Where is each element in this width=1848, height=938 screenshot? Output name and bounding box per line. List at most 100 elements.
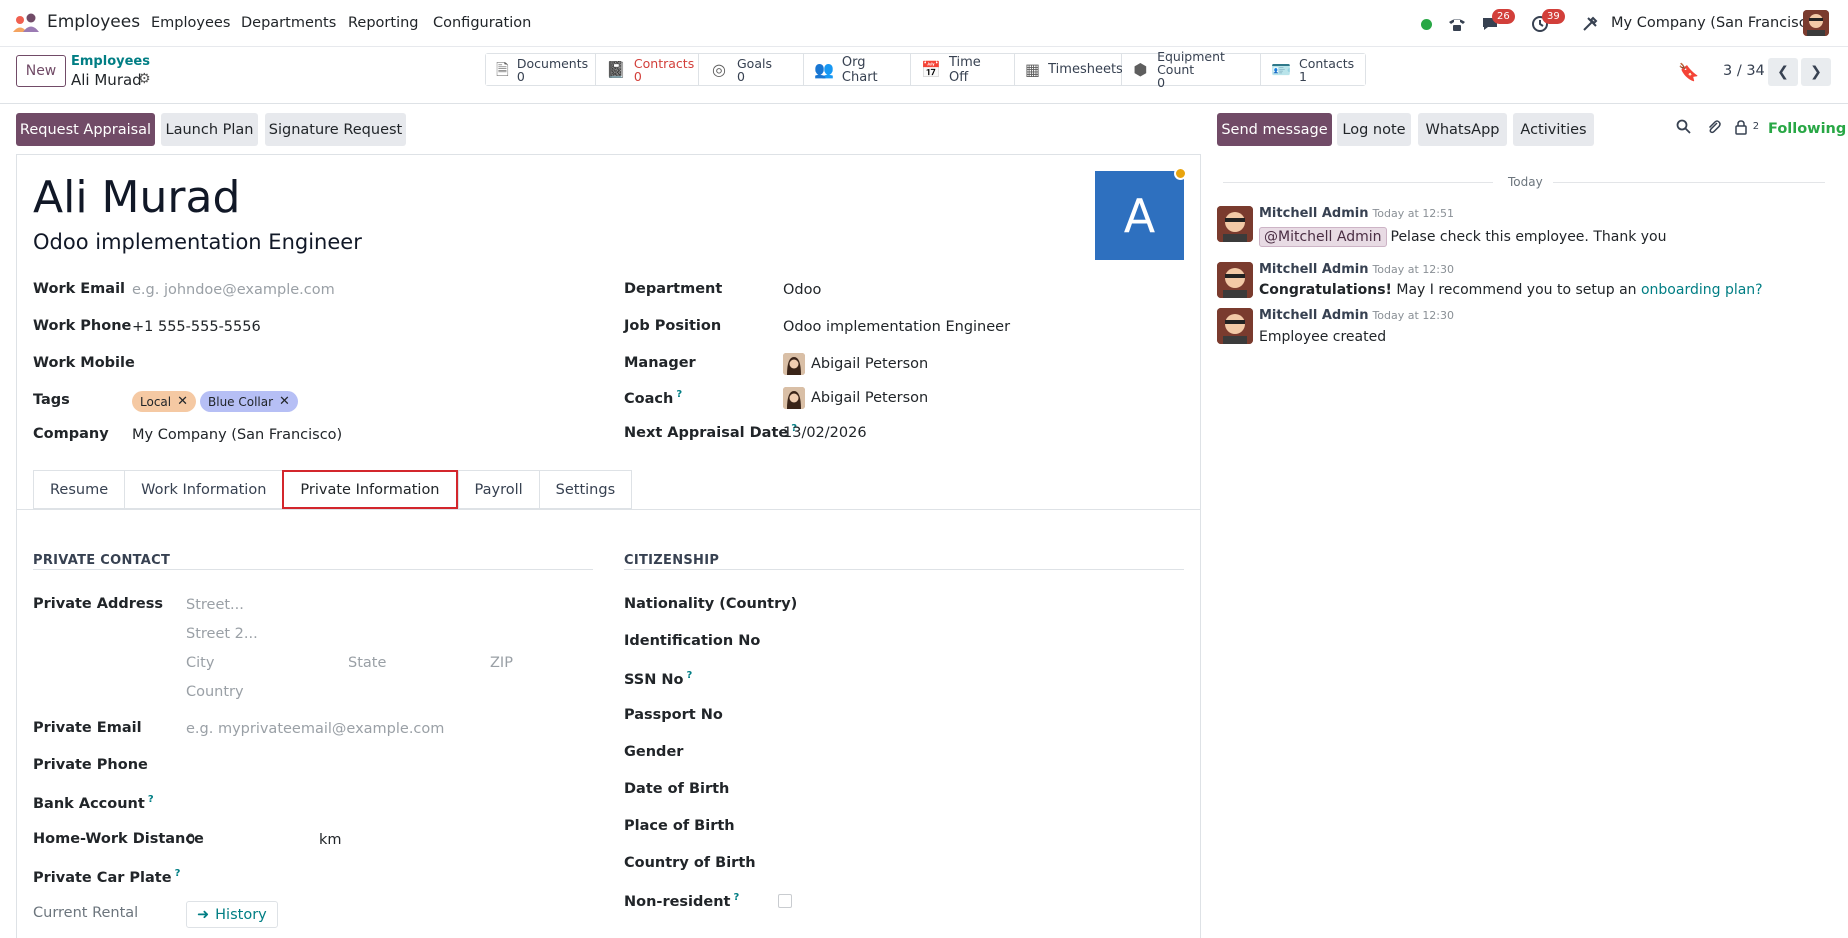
employee-job-title[interactable]: Odoo implementation Engineer xyxy=(33,230,362,254)
smart-button-equipment[interactable]: ⬢ Equipment Count 0 xyxy=(1122,50,1261,89)
top-navbar: Employees Employees Departments Reportin… xyxy=(0,0,1848,47)
job-position-field[interactable]: Odoo implementation Engineer xyxy=(783,319,1010,335)
tab-resume[interactable]: Resume xyxy=(33,470,125,509)
log-note-button[interactable]: Log note xyxy=(1337,113,1411,146)
tag-label: Blue Collar xyxy=(208,394,274,409)
message-body: @Mitchell Admin Pelase check this employe… xyxy=(1259,227,1666,247)
bank-account-label-text: Bank Account xyxy=(33,795,145,812)
activities-button[interactable]: Activities xyxy=(1513,113,1594,146)
app-name[interactable]: Employees xyxy=(47,12,140,32)
message-time: Today at 12:30 xyxy=(1372,309,1455,322)
whatsapp-button[interactable]: WhatsApp xyxy=(1418,113,1507,146)
company-switcher[interactable]: My Company (San Francisco) xyxy=(1611,15,1821,31)
activity-clock-icon[interactable]: 39 xyxy=(1528,9,1565,36)
pager-value[interactable]: 3 / 34 xyxy=(1723,63,1765,79)
tab-work-information[interactable]: Work Information xyxy=(124,470,283,509)
smart-label: Org Chart xyxy=(841,54,878,85)
send-message-button[interactable]: Send message xyxy=(1217,113,1332,146)
request-appraisal-button[interactable]: Request Appraisal xyxy=(16,113,155,146)
menu-reporting[interactable]: Reporting xyxy=(348,15,419,31)
zip-field[interactable]: ZIP xyxy=(490,655,513,671)
launch-plan-button[interactable]: Launch Plan xyxy=(161,113,258,146)
history-button[interactable]: ➜ History xyxy=(186,901,278,928)
state-field[interactable]: State xyxy=(348,655,386,671)
breadcrumb-parent[interactable]: Employees xyxy=(71,54,150,69)
author-name: Mitchell Admin xyxy=(1259,262,1369,277)
tag-local[interactable]: Local ✕ xyxy=(132,391,197,412)
tab-payroll[interactable]: Payroll xyxy=(457,470,539,509)
manager-field[interactable]: Abigail Peterson xyxy=(783,353,928,375)
next-appraisal-field[interactable]: 13/02/2026 xyxy=(783,425,867,441)
menu-departments[interactable]: Departments xyxy=(241,15,336,31)
avatar[interactable] xyxy=(1217,206,1253,242)
smart-button-org-chart[interactable]: 👥 Org Chart xyxy=(804,54,911,85)
avatar xyxy=(783,387,805,409)
mention-link[interactable]: @Mitchell Admin xyxy=(1259,227,1387,247)
target-icon: ◎ xyxy=(712,59,726,79)
smart-button-contracts[interactable]: 📓 Contracts 0 xyxy=(596,54,699,85)
gear-icon[interactable]: ⚙ xyxy=(138,71,151,87)
message-author: Mitchell Admin Today at 12:30 xyxy=(1259,262,1454,277)
home-work-distance-label: Home-Work Distance xyxy=(33,831,204,847)
private-email-field[interactable]: e.g. myprivateemail@example.com xyxy=(186,721,444,737)
smart-button-contacts[interactable]: 🪪 Contacts 1 xyxy=(1261,54,1365,85)
onboarding-plan-link[interactable]: onboarding plan? xyxy=(1641,282,1763,298)
help-icon[interactable]: ? xyxy=(148,794,154,805)
search-icon[interactable] xyxy=(1676,119,1691,138)
street2-field[interactable]: Street 2... xyxy=(186,626,258,642)
smart-button-goals[interactable]: ◎ Goals 0 xyxy=(699,54,804,85)
department-field[interactable]: Odoo xyxy=(783,282,821,298)
avatar[interactable] xyxy=(1217,308,1253,344)
help-icon[interactable]: ? xyxy=(175,868,181,879)
bookmark-icon[interactable]: 🔖 xyxy=(1678,63,1699,83)
following-button[interactable]: Following xyxy=(1768,121,1846,137)
work-phone-label: Work Phone xyxy=(33,318,132,334)
menu-employees[interactable]: Employees xyxy=(151,15,230,31)
country-field[interactable]: Country xyxy=(186,684,244,700)
help-icon[interactable]: ? xyxy=(734,892,740,903)
followers-lock-icon[interactable]: 2 xyxy=(1734,119,1759,139)
distance-field[interactable]: 0 xyxy=(186,832,195,848)
tab-settings[interactable]: Settings xyxy=(538,470,633,509)
pager-prev-button[interactable]: ❮ xyxy=(1768,58,1798,86)
smart-button-time-off[interactable]: 📅 Time Off xyxy=(911,54,1015,85)
date-of-birth-label: Date of Birth xyxy=(624,781,730,797)
close-icon[interactable]: ✕ xyxy=(279,394,290,409)
chat-icon[interactable]: 26 xyxy=(1478,9,1515,36)
help-icon[interactable]: ? xyxy=(687,670,693,681)
job-position-label: Job Position xyxy=(624,318,722,334)
non-resident-checkbox[interactable] xyxy=(778,894,792,908)
tag-blue-collar[interactable]: Blue Collar ✕ xyxy=(200,391,298,412)
smart-label: Timesheets xyxy=(1048,62,1123,77)
presence-status-icon[interactable] xyxy=(1414,12,1438,36)
work-email-label: Work Email xyxy=(33,281,126,297)
app-menu-icon[interactable] xyxy=(12,12,40,34)
coach-field[interactable]: Abigail Peterson xyxy=(783,387,928,409)
employee-avatar[interactable]: A xyxy=(1095,171,1184,260)
history-label: History xyxy=(215,906,267,923)
avatar[interactable] xyxy=(1217,262,1253,298)
street-field[interactable]: Street... xyxy=(186,597,244,613)
message-author: Mitchell Admin Today at 12:30 xyxy=(1259,308,1454,323)
pager-next-button[interactable]: ❯ xyxy=(1801,58,1831,86)
paperclip-icon[interactable] xyxy=(1706,119,1722,139)
signature-request-button[interactable]: Signature Request xyxy=(265,113,406,146)
company-field[interactable]: My Company (San Francisco) xyxy=(132,427,342,443)
notebook-tabs: Resume Work Information Private Informat… xyxy=(33,470,633,509)
debug-tools-icon[interactable] xyxy=(1578,12,1602,36)
help-icon[interactable]: ? xyxy=(676,389,682,400)
close-icon[interactable]: ✕ xyxy=(177,394,188,409)
phone-icon[interactable] xyxy=(1445,12,1469,36)
smart-button-timesheets[interactable]: ▦ Timesheets xyxy=(1015,54,1123,85)
user-avatar[interactable] xyxy=(1803,10,1829,36)
city-field[interactable]: City xyxy=(186,655,214,671)
work-phone-field[interactable]: +1 555-555-5556 xyxy=(132,319,261,335)
new-button[interactable]: New xyxy=(16,55,66,87)
menu-configuration[interactable]: Configuration xyxy=(433,15,531,31)
smart-value: 0 xyxy=(633,68,642,84)
work-email-field[interactable]: e.g. johndoe@example.com xyxy=(132,282,335,298)
tab-private-information[interactable]: Private Information xyxy=(282,470,458,509)
employee-name[interactable]: Ali Murad xyxy=(33,172,240,223)
message-bold: Congratulations! xyxy=(1259,282,1392,298)
smart-button-documents[interactable]: 🗎 Documents 0 xyxy=(486,54,596,85)
